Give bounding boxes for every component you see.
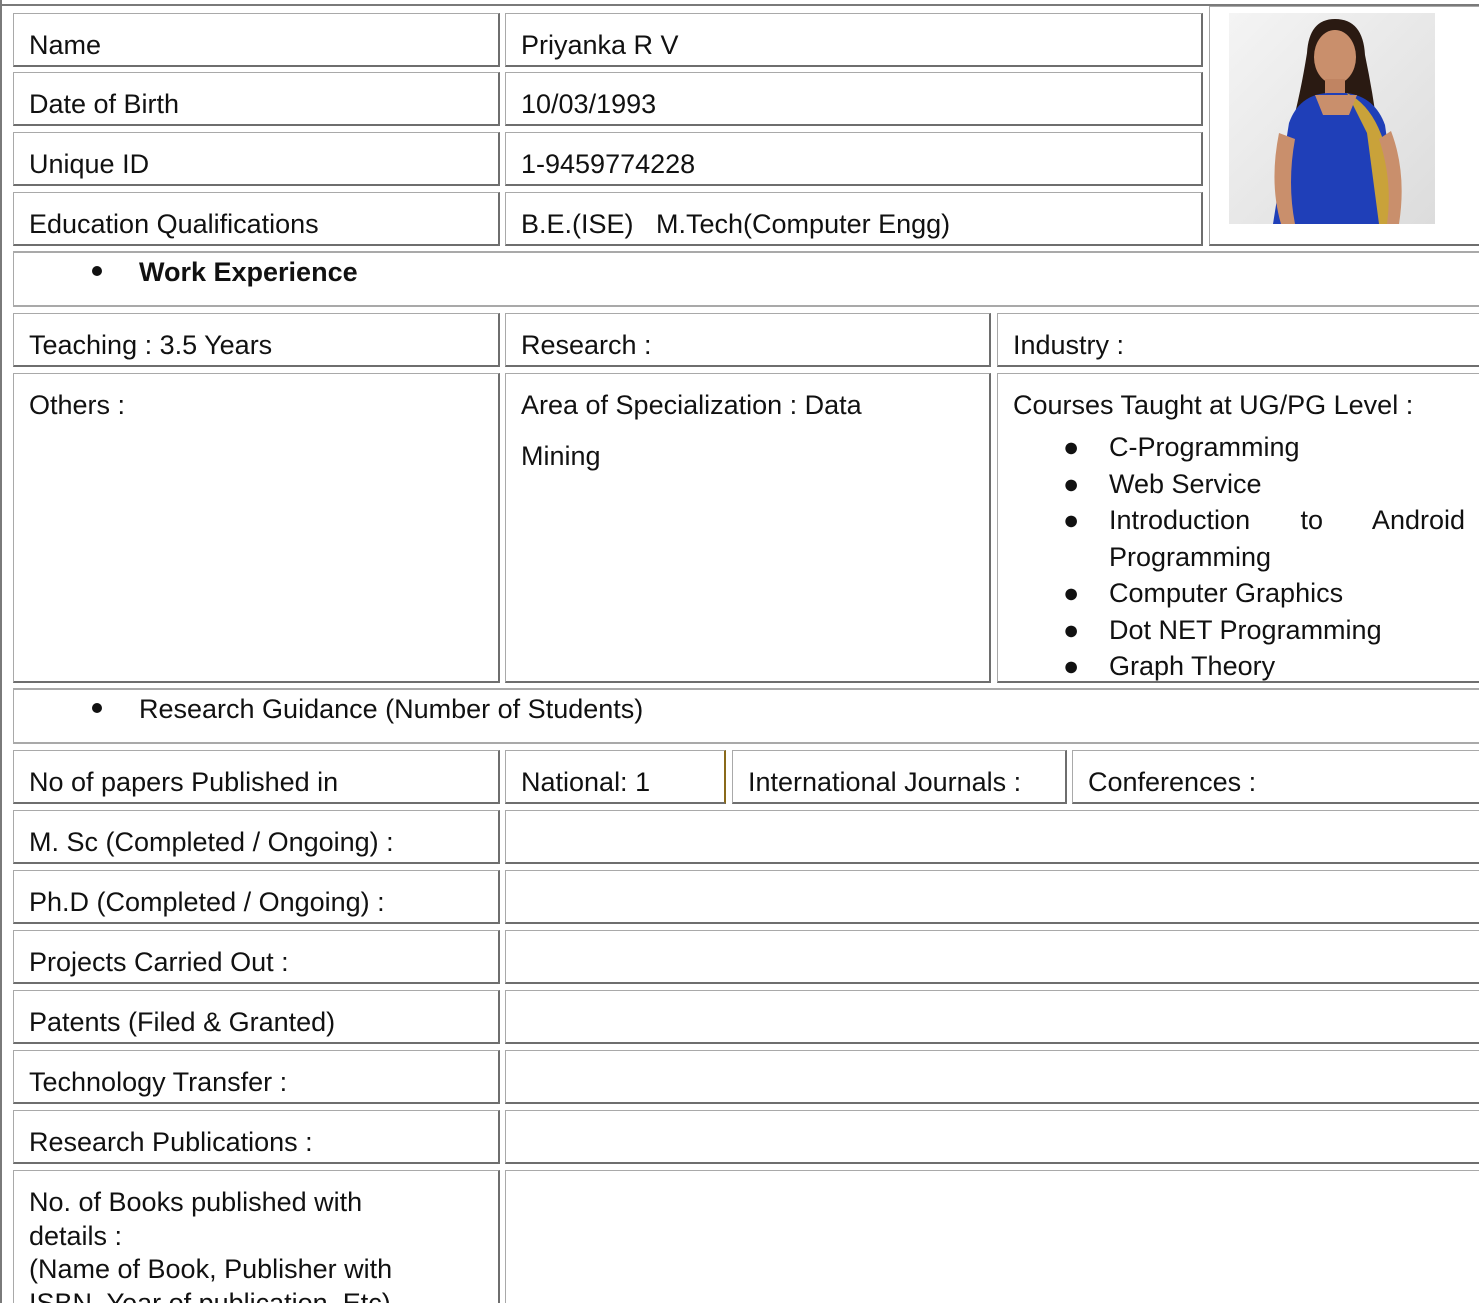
- course-text: Graph Theory: [1109, 651, 1276, 681]
- courses-list: ● C-Programming ● Web Service ● Introductio…: [1013, 429, 1465, 681]
- msc-value-cell: [505, 810, 1479, 864]
- courses-cell: Courses Taught at UG/PG Level : ● C-Progr…: [997, 373, 1479, 683]
- others-cell: Others :: [13, 373, 500, 683]
- uid-value: 1-9459774228: [521, 149, 696, 179]
- international-text: International Journals :: [748, 767, 1022, 797]
- research-guidance-heading-bar: Research Guidance (Number of Students): [13, 688, 1479, 744]
- tech-transfer-value-cell: [505, 1050, 1479, 1104]
- others-text: Others :: [29, 390, 126, 420]
- projects-value-cell: [505, 930, 1479, 984]
- national-cell: National: 1: [505, 750, 726, 804]
- specialization-line-2: Mining: [521, 441, 601, 471]
- uid-value-cell: 1-9459774228: [505, 132, 1203, 186]
- bullet-icon: ●: [1063, 651, 1080, 681]
- course-text: Programming: [1109, 541, 1272, 572]
- books-label-line-3: (Name of Book, Publisher with: [29, 1254, 393, 1284]
- papers-label: No of papers Published in: [29, 767, 339, 797]
- edu-value-cell: B.E.(ISE) M.Tech(Computer Engg): [505, 192, 1203, 246]
- course-text: Introduction to Android: [1109, 505, 1465, 535]
- dob-label: Date of Birth: [29, 89, 180, 119]
- research-cell: Research :: [505, 313, 991, 367]
- conferences-cell: Conferences :: [1072, 750, 1479, 804]
- research-text: Research :: [521, 330, 652, 360]
- books-label-line-1: No. of Books published with: [29, 1187, 363, 1217]
- course-item: ● Web Service: [1013, 466, 1465, 503]
- work-experience-heading: Work Experience: [139, 257, 358, 287]
- publications-label-cell: Research Publications :: [13, 1110, 500, 1164]
- name-label: Name: [29, 30, 102, 60]
- course-text: Computer Graphics: [1109, 578, 1344, 608]
- bullet-icon: ●: [1063, 432, 1080, 462]
- projects-label: Projects Carried Out :: [29, 947, 289, 977]
- course-item-continuation: Programming: [1013, 539, 1465, 576]
- name-label-cell: Name: [13, 13, 500, 67]
- national-text: National: 1: [521, 767, 651, 797]
- publications-value-cell: [505, 1110, 1479, 1164]
- international-cell: International Journals :: [732, 750, 1067, 804]
- bullet-icon: [92, 702, 102, 713]
- bullet-icon: ●: [1063, 505, 1080, 535]
- specialization-line-1: Area of Specialization : Data: [521, 390, 862, 420]
- industry-text: Industry :: [1013, 330, 1125, 360]
- work-experience-heading-bar: Work Experience: [13, 251, 1479, 307]
- specialization-cell: Area of Specialization : Data Mining: [505, 373, 991, 683]
- course-item: ● Dot NET Programming: [1013, 612, 1465, 649]
- bullet-icon: [92, 265, 102, 276]
- phd-label: Ph.D (Completed / Ongoing) :: [29, 887, 385, 917]
- books-label-cell: No. of Books published with details : (N…: [13, 1170, 500, 1303]
- page-left-border: [0, 0, 2, 1303]
- name-value-cell: Priyanka R V: [505, 13, 1203, 67]
- course-text: Web Service: [1109, 468, 1262, 499]
- edu-value: B.E.(ISE) M.Tech(Computer Engg): [521, 209, 951, 239]
- tech-transfer-label: Technology Transfer :: [29, 1067, 288, 1097]
- books-label-line-2: details :: [29, 1220, 123, 1251]
- courses-heading: Courses Taught at UG/PG Level :: [1013, 390, 1414, 420]
- edu-label: Education Qualifications: [29, 209, 319, 239]
- bullet-icon: ●: [1063, 614, 1080, 645]
- patents-label-cell: Patents (Filed & Granted): [13, 990, 500, 1044]
- dob-value: 10/03/1993: [521, 89, 657, 119]
- phd-label-cell: Ph.D (Completed / Ongoing) :: [13, 870, 500, 924]
- phd-value-cell: [505, 870, 1479, 924]
- profile-photo: [1229, 13, 1435, 224]
- course-item: ● Graph Theory: [1013, 648, 1465, 681]
- dob-value-cell: 10/03/1993: [505, 72, 1203, 126]
- teaching-cell: Teaching : 3.5 Years: [13, 313, 500, 367]
- conferences-text: Conferences :: [1088, 767, 1257, 797]
- course-text: Dot NET Programming: [1109, 614, 1382, 645]
- bullet-icon: ●: [1063, 578, 1080, 608]
- projects-label-cell: Projects Carried Out :: [13, 930, 500, 984]
- industry-cell: Industry :: [997, 313, 1479, 367]
- uid-label-cell: Unique ID: [13, 132, 500, 186]
- books-value-cell: [505, 1170, 1479, 1303]
- course-item: ● Computer Graphics: [1013, 575, 1465, 612]
- teaching-text: Teaching : 3.5 Years: [29, 330, 273, 360]
- course-text: C-Programming: [1109, 432, 1300, 462]
- msc-label-cell: M. Sc (Completed / Ongoing) :: [13, 810, 500, 864]
- msc-label: M. Sc (Completed / Ongoing) :: [29, 827, 394, 857]
- patents-label: Patents (Filed & Granted): [29, 1007, 336, 1037]
- books-label-line-4: ISBN, Year of publication, Etc): [29, 1287, 391, 1303]
- patents-value-cell: [505, 990, 1479, 1044]
- publications-label: Research Publications :: [29, 1127, 313, 1157]
- uid-label: Unique ID: [29, 149, 150, 179]
- course-item: ● C-Programming: [1013, 429, 1465, 466]
- bullet-icon: ●: [1063, 468, 1080, 499]
- research-guidance-heading: Research Guidance (Number of Students): [139, 694, 644, 724]
- tech-transfer-label-cell: Technology Transfer :: [13, 1050, 500, 1104]
- edu-label-cell: Education Qualifications: [13, 192, 500, 246]
- papers-label-cell: No of papers Published in: [13, 750, 500, 804]
- name-value: Priyanka R V: [521, 30, 679, 60]
- course-item: ● Introduction to Android: [1013, 502, 1465, 539]
- dob-label-cell: Date of Birth: [13, 72, 500, 126]
